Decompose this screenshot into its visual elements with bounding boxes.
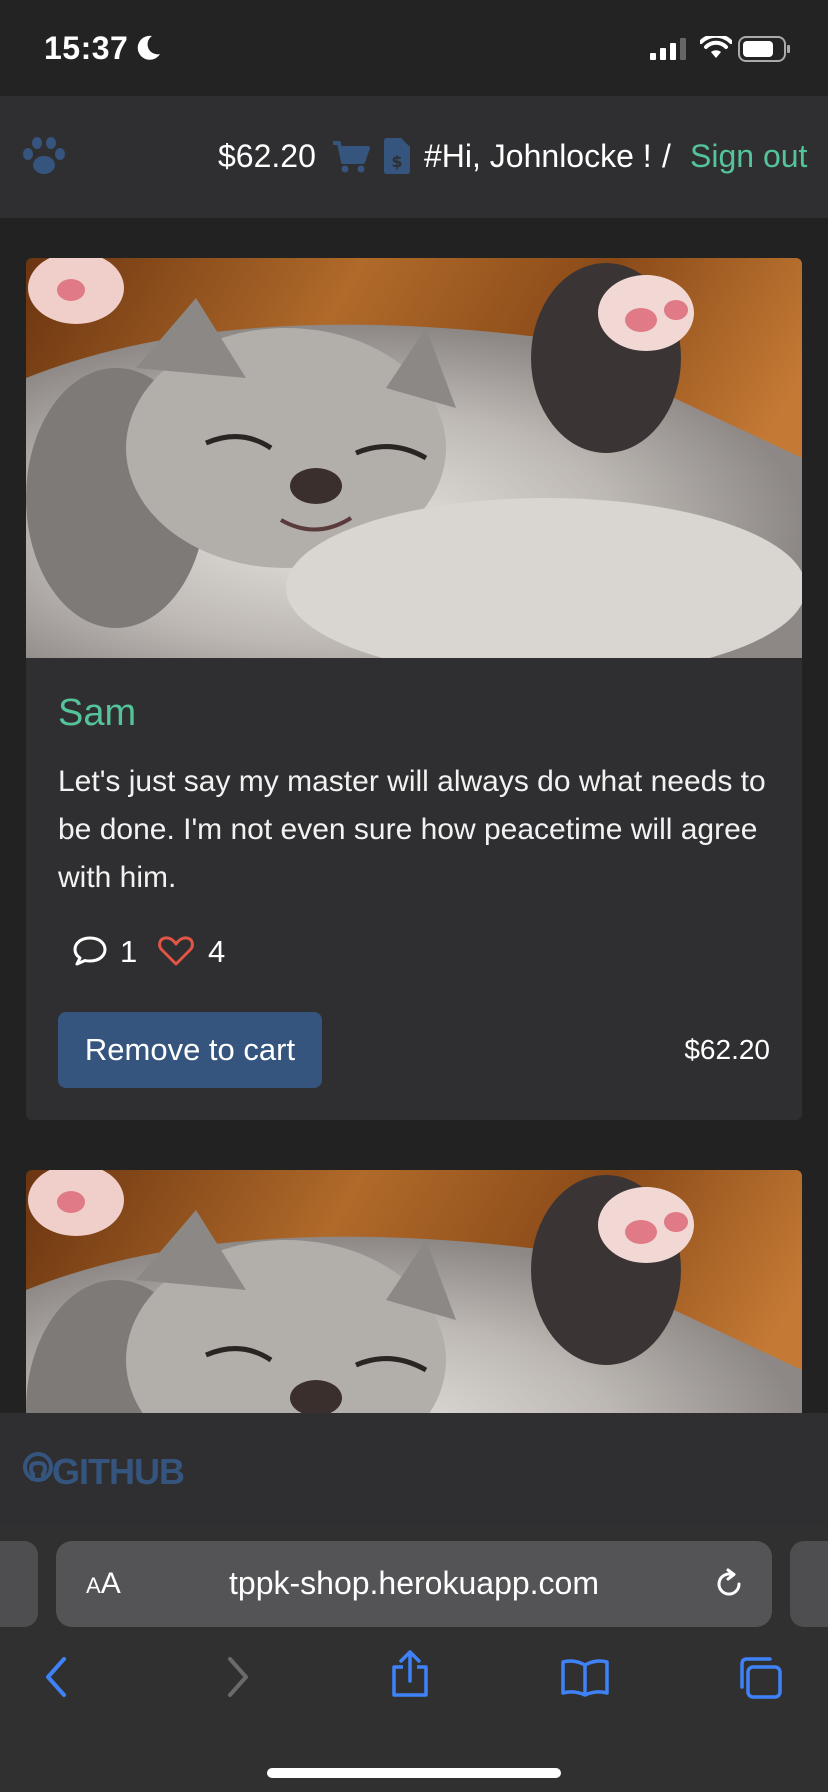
address-bar[interactable]: AA tppk-shop.herokuapp.com — [56, 1541, 772, 1627]
reload-icon[interactable] — [712, 1567, 746, 1601]
sign-out-link[interactable]: Sign out — [690, 138, 807, 175]
battery-icon — [738, 36, 790, 62]
cart-total: $62.20 — [218, 138, 316, 174]
site-footer: GITHUB — [0, 1413, 828, 1525]
previous-tab-preview[interactable] — [0, 1541, 38, 1627]
github-link[interactable]: GITHUB — [52, 1451, 185, 1493]
share-icon[interactable] — [389, 1649, 431, 1699]
github-icon[interactable] — [22, 1451, 54, 1483]
paw-logo-icon[interactable] — [22, 136, 66, 178]
product-card — [26, 1170, 802, 1420]
browser-toolbar: AA tppk-shop.herokuapp.com — [0, 1525, 828, 1792]
comment-count: 1 — [120, 934, 138, 969]
invoice-icon[interactable]: $ — [384, 138, 410, 174]
back-icon[interactable] — [42, 1655, 72, 1699]
clock: 15:37 — [44, 30, 129, 66]
product-name[interactable]: Sam — [58, 692, 136, 735]
heart-icon[interactable] — [158, 935, 194, 967]
like-count: 4 — [208, 934, 226, 969]
comment-icon[interactable] — [72, 935, 108, 967]
product-card: Sam Let's just say my master will always… — [26, 258, 802, 1120]
cart-icon[interactable] — [332, 140, 370, 174]
nav-separator: / — [662, 138, 671, 174]
user-greeting: #Hi, Johnlocke ! — [424, 138, 652, 174]
wifi-icon — [700, 36, 732, 58]
product-description: Let's just say my master will always do … — [58, 765, 766, 894]
home-indicator[interactable] — [267, 1768, 561, 1778]
kitten-photo[interactable] — [26, 258, 802, 658]
next-tab-preview[interactable] — [790, 1541, 828, 1627]
cellular-signal-icon — [650, 38, 686, 60]
svg-text:$: $ — [391, 152, 402, 171]
remove-from-cart-button[interactable]: Remove to cart — [58, 1012, 322, 1088]
kitten-photo[interactable] — [26, 1170, 802, 1420]
moon-icon — [137, 35, 160, 60]
bookmarks-icon[interactable] — [560, 1657, 610, 1697]
product-price: $62.20 — [684, 1034, 770, 1065]
url-text[interactable]: tppk-shop.herokuapp.com — [56, 1565, 772, 1602]
forward-icon[interactable] — [222, 1655, 252, 1699]
app-navbar: $62.20 $ #Hi, Johnlocke ! / Sign out — [0, 96, 828, 218]
status-bar: 15:37 — [0, 0, 828, 96]
tabs-icon[interactable] — [736, 1655, 784, 1701]
